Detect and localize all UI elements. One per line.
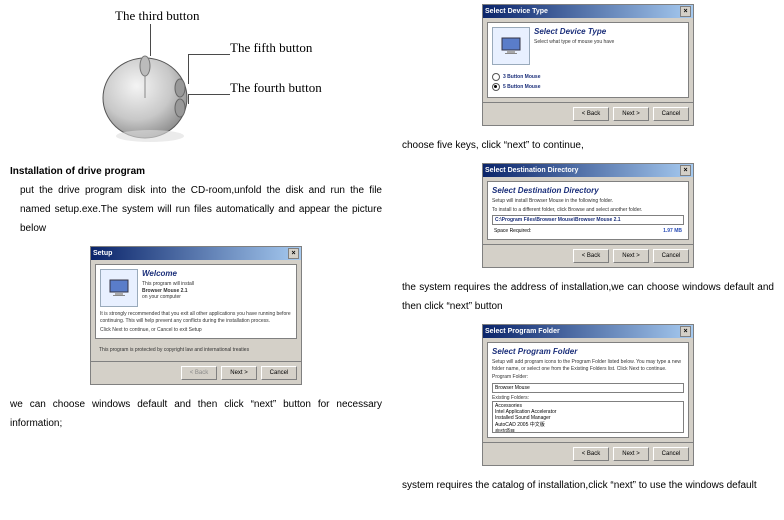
mouse-illustration: The third button The fifth button The fo… bbox=[10, 8, 382, 158]
computer-icon bbox=[100, 269, 138, 307]
dialog-title: Select Program Folder bbox=[485, 328, 560, 335]
next-button[interactable]: Next > bbox=[613, 447, 649, 461]
dialog-heading: Select Destination Directory bbox=[492, 186, 684, 195]
dialog-title: Setup bbox=[93, 250, 112, 257]
callout-fifth: The fifth button bbox=[230, 40, 312, 56]
paragraph: the system requires the address of insta… bbox=[402, 278, 774, 316]
paragraph: we can choose windows default and then c… bbox=[10, 395, 382, 433]
list-item[interactable]: AutoCAD 2005 中文版 bbox=[495, 421, 681, 428]
welcome-dialog: Setup × Welcome This program will instal… bbox=[90, 246, 302, 385]
cancel-button[interactable]: Cancel bbox=[653, 107, 689, 121]
leader-line bbox=[150, 24, 151, 56]
dialog-titlebar: Select Destination Directory × bbox=[483, 164, 693, 177]
close-icon[interactable]: × bbox=[680, 6, 691, 17]
next-button[interactable]: Next > bbox=[613, 249, 649, 263]
radio-5-button[interactable]: 5 Button Mouse bbox=[492, 83, 684, 91]
leader-line bbox=[188, 54, 230, 55]
destination-dialog: Select Destination Directory × Select De… bbox=[482, 163, 694, 268]
callout-fourth: The fourth button bbox=[230, 80, 322, 96]
dialog-title: Select Device Type bbox=[485, 8, 548, 15]
back-button[interactable]: < Back bbox=[573, 107, 609, 121]
dialog-title: Select Destination Directory bbox=[485, 167, 578, 174]
section-heading: Installation of drive program bbox=[10, 166, 382, 177]
list-item[interactable]: 启动项目 bbox=[495, 428, 681, 433]
program-folder-dialog: Select Program Folder × Select Program F… bbox=[482, 324, 694, 466]
radio-3-button[interactable]: 3 Button Mouse bbox=[492, 73, 684, 81]
leader-line bbox=[188, 94, 230, 95]
device-type-dialog: Select Device Type × Select Device Type … bbox=[482, 4, 694, 126]
next-button[interactable]: Next > bbox=[221, 366, 257, 380]
close-icon[interactable]: × bbox=[680, 165, 691, 176]
paragraph: choose five keys, click “next” to contin… bbox=[402, 136, 774, 155]
leader-line bbox=[188, 94, 189, 104]
space-required-label: Space Required: bbox=[494, 228, 531, 234]
paragraph: put the drive program disk into the CD-r… bbox=[10, 181, 382, 238]
dialog-titlebar: Select Program Folder × bbox=[483, 325, 693, 338]
existing-folders-list[interactable]: Accessories Intel Application Accelerato… bbox=[492, 401, 684, 433]
dialog-footer: This program is protected by copyright l… bbox=[95, 343, 297, 358]
paragraph: system requires the catalog of installat… bbox=[402, 476, 774, 495]
close-icon[interactable]: × bbox=[680, 326, 691, 337]
cancel-button[interactable]: Cancel bbox=[653, 447, 689, 461]
dialog-text: Click Next to continue, or Cancel to exi… bbox=[100, 327, 292, 334]
leader-line bbox=[188, 54, 189, 84]
dialog-titlebar: Setup × bbox=[91, 247, 301, 260]
callout-third: The third button bbox=[115, 8, 200, 24]
next-button[interactable]: Next > bbox=[613, 107, 649, 121]
field-label: Program Folder: bbox=[492, 374, 684, 381]
back-button[interactable]: < Back bbox=[573, 249, 609, 263]
dialog-text: To install to a different folder, click … bbox=[492, 207, 684, 214]
computer-icon bbox=[492, 27, 530, 65]
back-button[interactable]: < Back bbox=[181, 366, 217, 380]
cancel-button[interactable]: Cancel bbox=[261, 366, 297, 380]
left-column: The third button The fifth button The fo… bbox=[0, 0, 392, 520]
close-icon[interactable]: × bbox=[288, 248, 299, 259]
dialog-titlebar: Select Device Type × bbox=[483, 5, 693, 18]
back-button[interactable]: < Back bbox=[573, 447, 609, 461]
cancel-button[interactable]: Cancel bbox=[653, 249, 689, 263]
install-path-field[interactable]: C:\Program Files\Browser Mouse\Browser M… bbox=[492, 215, 684, 225]
dialog-text: Setup will add program icons to the Prog… bbox=[492, 359, 684, 372]
right-column: Select Device Type × Select Device Type … bbox=[392, 0, 784, 520]
program-folder-field[interactable]: Browser Mouse bbox=[492, 383, 684, 393]
dialog-text: It is strongly recommended that you exit… bbox=[100, 311, 292, 324]
space-required-value: 1.97 MB bbox=[663, 228, 682, 234]
dialog-heading: Select Program Folder bbox=[492, 347, 684, 356]
